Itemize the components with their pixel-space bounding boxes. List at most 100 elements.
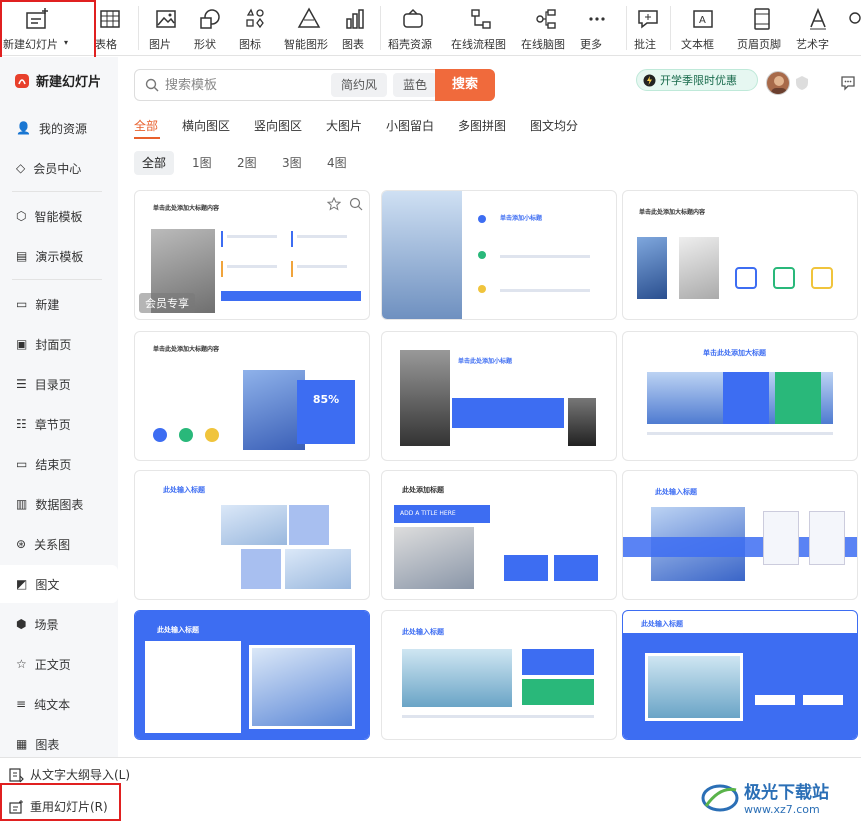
- wordart-icon: [810, 7, 826, 30]
- watermark-logo-icon: [701, 784, 739, 812]
- shape-button[interactable]: 形状: [192, 0, 228, 56]
- template-card[interactable]: 此处输入标题: [622, 610, 858, 740]
- sidebar-item-body[interactable]: ☆ 正文页: [0, 645, 118, 683]
- vip-shield-icon[interactable]: [794, 75, 810, 91]
- icon-button[interactable]: 图标: [237, 0, 273, 56]
- watermark-url: www.xz7.com: [744, 803, 820, 816]
- more-label: 更多: [580, 38, 602, 51]
- search-button[interactable]: 搜索: [435, 69, 495, 101]
- picture-icon: [156, 10, 176, 28]
- sidebar-item-toc[interactable]: ☰ 目录页: [0, 365, 118, 403]
- sidebar-header: 新建幻灯片: [14, 71, 101, 90]
- sidebar-item-new[interactable]: ▭ 新建: [0, 285, 118, 323]
- comment-button[interactable]: 批注: [632, 0, 664, 56]
- search-chip-color[interactable]: 蓝色: [393, 73, 438, 97]
- template-card[interactable]: 单击此处添加小标题: [381, 331, 617, 461]
- search-chip-style[interactable]: 简约风: [331, 73, 388, 97]
- search-icon: [145, 78, 159, 92]
- sidebar-item-scene[interactable]: ⬢ 场景: [0, 605, 118, 643]
- sidebar-item-relation[interactable]: ⊛ 关系图: [0, 525, 118, 563]
- image-text-icon: ◩: [16, 577, 28, 591]
- daoke-label: 稻壳资源: [388, 38, 432, 51]
- zoom-preview-icon[interactable]: [349, 197, 363, 211]
- tab-vertical[interactable]: 竖向图区: [254, 117, 302, 134]
- header-footer-label: 页眉页脚: [737, 38, 781, 51]
- sidebar-item-plain-text[interactable]: ≡ 纯文本: [0, 685, 118, 723]
- tab-large-image[interactable]: 大图片: [326, 117, 362, 134]
- sidebar-item-chapter[interactable]: ☷ 章节页: [0, 405, 118, 443]
- sidebar-item-smart-template[interactable]: ⬡ 智能模板: [0, 197, 118, 235]
- filter-all[interactable]: 全部: [134, 151, 175, 175]
- tab-small-image[interactable]: 小图留白: [386, 117, 434, 134]
- sidebar-item-member-center[interactable]: ◇ 会员中心: [0, 149, 118, 187]
- list-icon: ☰: [16, 377, 27, 391]
- template-card[interactable]: 单击此处添加大标题内容 85%: [134, 331, 370, 461]
- daoke-resources-button[interactable]: 稻壳资源: [388, 0, 438, 56]
- template-card[interactable]: 单击此处添加大标题内容: [622, 190, 858, 320]
- template-card[interactable]: 此处输入标题: [134, 470, 370, 600]
- divider: [138, 6, 139, 50]
- textbox-label: 文本框: [681, 38, 714, 51]
- filter-2[interactable]: 2图: [229, 151, 265, 175]
- shape-label: 形状: [194, 38, 216, 51]
- header-footer-button[interactable]: 页眉页脚: [736, 0, 788, 56]
- new-page-icon: ▭: [16, 297, 28, 311]
- template-card[interactable]: 单击添加小标题: [381, 190, 617, 320]
- mindmap-label: 在线脑图: [521, 38, 565, 51]
- filter-1[interactable]: 1图: [184, 151, 220, 175]
- diamond-icon: ◇: [16, 161, 26, 175]
- template-card[interactable]: 单击此处添加大标题内容 会员专享: [134, 190, 370, 320]
- mindmap-button[interactable]: 在线脑图: [520, 0, 572, 56]
- sidebar-item-ending[interactable]: ▭ 结束页: [0, 445, 118, 483]
- template-panel: 简约风 蓝色 搜索 开学季限时优惠 全部 横向图区 竖向图区 大图片 小图留白 …: [118, 57, 861, 757]
- sidebar-item-presentation-template[interactable]: ▤ 演示模板: [0, 237, 118, 275]
- shape-icon: [200, 9, 220, 29]
- tab-collage[interactable]: 多图拼图: [458, 117, 506, 134]
- filter-4[interactable]: 4图: [319, 151, 355, 175]
- header-footer-icon: [754, 8, 770, 30]
- chat-icon[interactable]: [840, 75, 856, 91]
- import-outline-icon: [9, 767, 24, 782]
- more-button[interactable]: 更多: [578, 0, 616, 56]
- cube-icon: ⬢: [16, 617, 27, 631]
- avatar[interactable]: [766, 71, 790, 95]
- chart-button[interactable]: 图表: [340, 0, 370, 56]
- smart-graphic-icon: [297, 7, 321, 28]
- promo-badge[interactable]: 开学季限时优惠: [636, 69, 758, 91]
- flowchart-icon: [471, 9, 491, 29]
- flowchart-label: 在线流程图: [451, 38, 506, 51]
- smart-graphic-button[interactable]: 智能图形: [284, 0, 334, 56]
- search-input[interactable]: [165, 77, 325, 93]
- sidebar-item-data-chart[interactable]: ▥ 数据图表: [0, 485, 118, 523]
- tab-all[interactable]: 全部: [134, 117, 158, 134]
- picture-label: 图片: [149, 38, 171, 51]
- table-icon: [100, 10, 120, 28]
- textbox-button[interactable]: A 文本框: [678, 0, 728, 56]
- wordart-label: 艺术字: [796, 38, 829, 51]
- tab-horizontal[interactable]: 横向图区: [182, 117, 230, 134]
- bar-chart-icon: ▦: [16, 737, 28, 751]
- tab-split[interactable]: 图文均分: [530, 117, 578, 134]
- template-card[interactable]: 此处输入标题: [134, 610, 370, 740]
- template-card[interactable]: 单击此处添加大标题: [622, 331, 858, 461]
- hexagon-icon: ⬡: [16, 209, 27, 223]
- sidebar-item-image-text[interactable]: ◩ 图文: [0, 565, 118, 603]
- template-card[interactable]: 此处添加标题 ADD A TITLE HERE: [381, 470, 617, 600]
- daoke-icon: [403, 8, 423, 28]
- filter-3[interactable]: 3图: [274, 151, 310, 175]
- overflow-icon[interactable]: [846, 0, 861, 56]
- picture-button[interactable]: 图片: [146, 0, 186, 56]
- import-outline-item[interactable]: 从文字大纲导入(L): [8, 766, 130, 783]
- table-button[interactable]: 表格: [92, 0, 128, 56]
- divider: [12, 191, 102, 192]
- bar-chart-icon: [346, 9, 364, 29]
- wordart-button[interactable]: 艺术字: [794, 0, 842, 56]
- sidebar-item-cover[interactable]: ▣ 封面页: [0, 325, 118, 363]
- flowchart-button[interactable]: 在线流程图: [450, 0, 512, 56]
- divider: [380, 6, 381, 50]
- template-card[interactable]: 此处输入标题: [381, 610, 617, 740]
- sidebar-item-my-resources[interactable]: 👤 我的资源: [0, 109, 118, 147]
- template-card[interactable]: 此处输入标题: [622, 470, 858, 600]
- textbox-icon: A: [693, 10, 713, 28]
- star-favorite-icon[interactable]: [327, 197, 341, 211]
